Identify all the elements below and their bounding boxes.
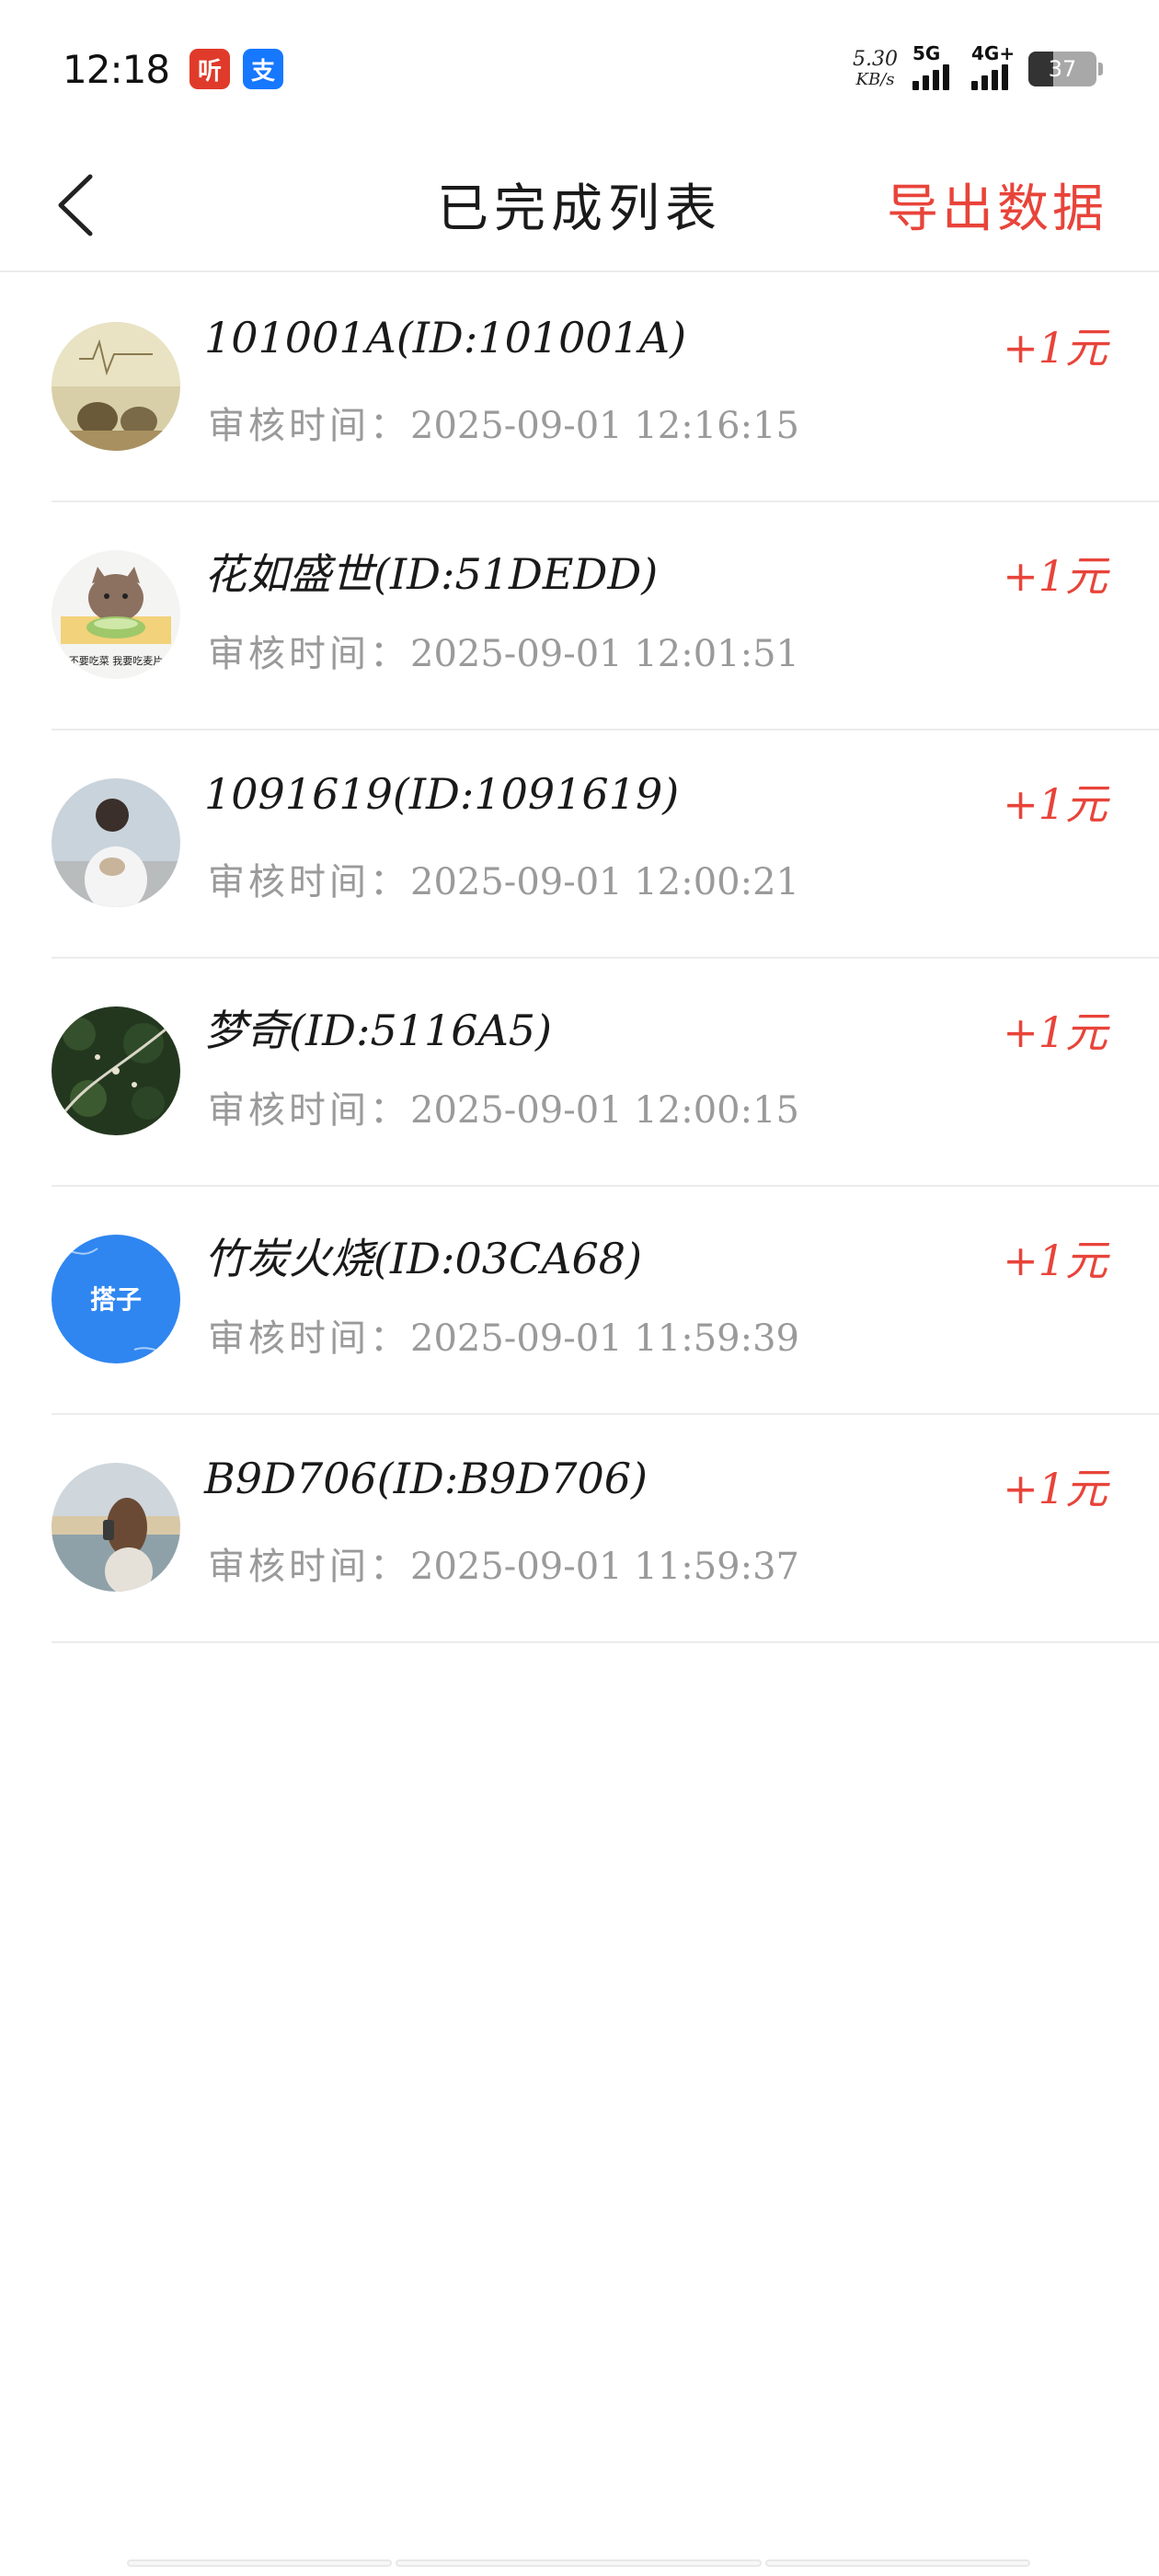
battery-level: 37 xyxy=(1048,56,1077,82)
person-photo-avatar xyxy=(52,778,180,907)
beach-girl-avatar xyxy=(52,1463,180,1592)
blue-text-avatar: 搭子 xyxy=(52,1235,180,1363)
signal-4g-label: 4G+ xyxy=(971,42,1016,64)
item-review-time: 审核时间：2025-09-01 12:00:21 xyxy=(208,852,799,905)
item-name: 花如盛世(ID:51DEDD) xyxy=(204,549,659,599)
network-speed-unit: KB/s xyxy=(855,70,895,90)
review-time-label: 审核时间： xyxy=(208,1546,410,1588)
item-reward: +1元 xyxy=(1003,1236,1107,1285)
review-time-value: 2025-09-01 12:00:21 xyxy=(410,861,799,903)
item-review-time: 审核时间：2025-09-01 12:01:51 xyxy=(208,624,799,677)
item-name: 101001A(ID:101001A) xyxy=(204,313,687,362)
review-time-label: 审核时间： xyxy=(208,1317,410,1360)
status-bar: 12:18 听 支 5.30 KB/s 5G 4G+ 37 xyxy=(0,0,1159,138)
bottom-hint-bar xyxy=(765,2559,1030,2567)
item-review-time: 审核时间：2025-09-01 11:59:37 xyxy=(208,1536,799,1590)
review-time-value: 2025-09-01 12:00:15 xyxy=(410,1089,799,1132)
status-time: 12:18 xyxy=(63,46,170,92)
review-time-label: 审核时间： xyxy=(208,861,410,903)
list-item[interactable]: 梦奇(ID:5116A5) 审核时间：2025-09-01 12:00:15 +… xyxy=(52,959,1159,1187)
item-name: 梦奇(ID:5116A5) xyxy=(204,1006,552,1055)
battery-icon: 37 xyxy=(1028,52,1103,86)
status-indicators: 5.30 KB/s 5G 4G+ 37 xyxy=(853,42,1103,90)
signal-5g-label: 5G xyxy=(912,42,941,64)
network-speed: 5.30 KB/s xyxy=(853,48,898,90)
review-time-label: 审核时间： xyxy=(208,405,410,447)
item-reward: +1元 xyxy=(1003,323,1107,373)
signal-4g-icon: 4G+ xyxy=(971,42,1015,90)
review-time-value: 2025-09-01 12:16:15 xyxy=(410,405,799,447)
nav-bar: 已完成列表 导出数据 xyxy=(0,138,1159,272)
list-item[interactable]: B9D706(ID:B9D706) 审核时间：2025-09-01 11:59:… xyxy=(52,1415,1159,1643)
list-item[interactable]: 不要吃菜 我要吃麦片 花如盛世(ID:51DEDD) 审核时间：2025-09-… xyxy=(52,502,1159,730)
ting-app-icon: 听 xyxy=(189,49,231,89)
forest-avatar xyxy=(52,1006,180,1135)
item-review-time: 审核时间：2025-09-01 12:00:15 xyxy=(208,1080,799,1133)
item-reward: +1元 xyxy=(1003,1464,1107,1513)
review-time-label: 审核时间： xyxy=(208,1089,410,1132)
scenery-avatar xyxy=(52,322,180,451)
item-review-time: 审核时间：2025-09-01 11:59:39 xyxy=(208,1308,799,1362)
completed-list: 101001A(ID:101001A) 审核时间：2025-09-01 12:1… xyxy=(0,274,1159,1643)
review-time-label: 审核时间： xyxy=(208,633,410,675)
export-data-button[interactable]: 导出数据 xyxy=(887,167,1107,242)
list-item[interactable]: 搭子 竹炭火烧(ID:03CA68) 审核时间：2025-09-01 11:59… xyxy=(52,1187,1159,1415)
item-reward: +1元 xyxy=(1003,1007,1107,1057)
cat-bowl-avatar: 不要吃菜 我要吃麦片 xyxy=(52,550,180,679)
item-name: 竹炭火烧(ID:03CA68) xyxy=(204,1234,642,1283)
avatar-caption: 不要吃菜 我要吃麦片 xyxy=(69,655,164,667)
signal-5g-icon: 5G xyxy=(912,42,949,90)
bottom-hint-bar xyxy=(396,2559,762,2567)
review-time-value: 2025-09-01 11:59:39 xyxy=(410,1317,799,1360)
network-speed-value: 5.30 xyxy=(853,48,898,71)
review-time-value: 2025-09-01 11:59:37 xyxy=(410,1546,799,1588)
avatar-caption: 搭子 xyxy=(90,1284,142,1315)
review-time-value: 2025-09-01 12:01:51 xyxy=(410,633,799,675)
bottom-hint-bar xyxy=(127,2559,392,2567)
item-reward: +1元 xyxy=(1003,779,1107,829)
item-reward: +1元 xyxy=(1003,551,1107,601)
item-name: B9D706(ID:B9D706) xyxy=(204,1454,648,1503)
list-item[interactable]: 101001A(ID:101001A) 审核时间：2025-09-01 12:1… xyxy=(52,274,1159,502)
alipay-app-icon: 支 xyxy=(243,49,284,89)
item-review-time: 审核时间：2025-09-01 12:16:15 xyxy=(208,396,799,449)
item-name: 1091619(ID:1091619) xyxy=(204,769,680,819)
list-item[interactable]: 1091619(ID:1091619) 审核时间：2025-09-01 12:0… xyxy=(52,730,1159,959)
